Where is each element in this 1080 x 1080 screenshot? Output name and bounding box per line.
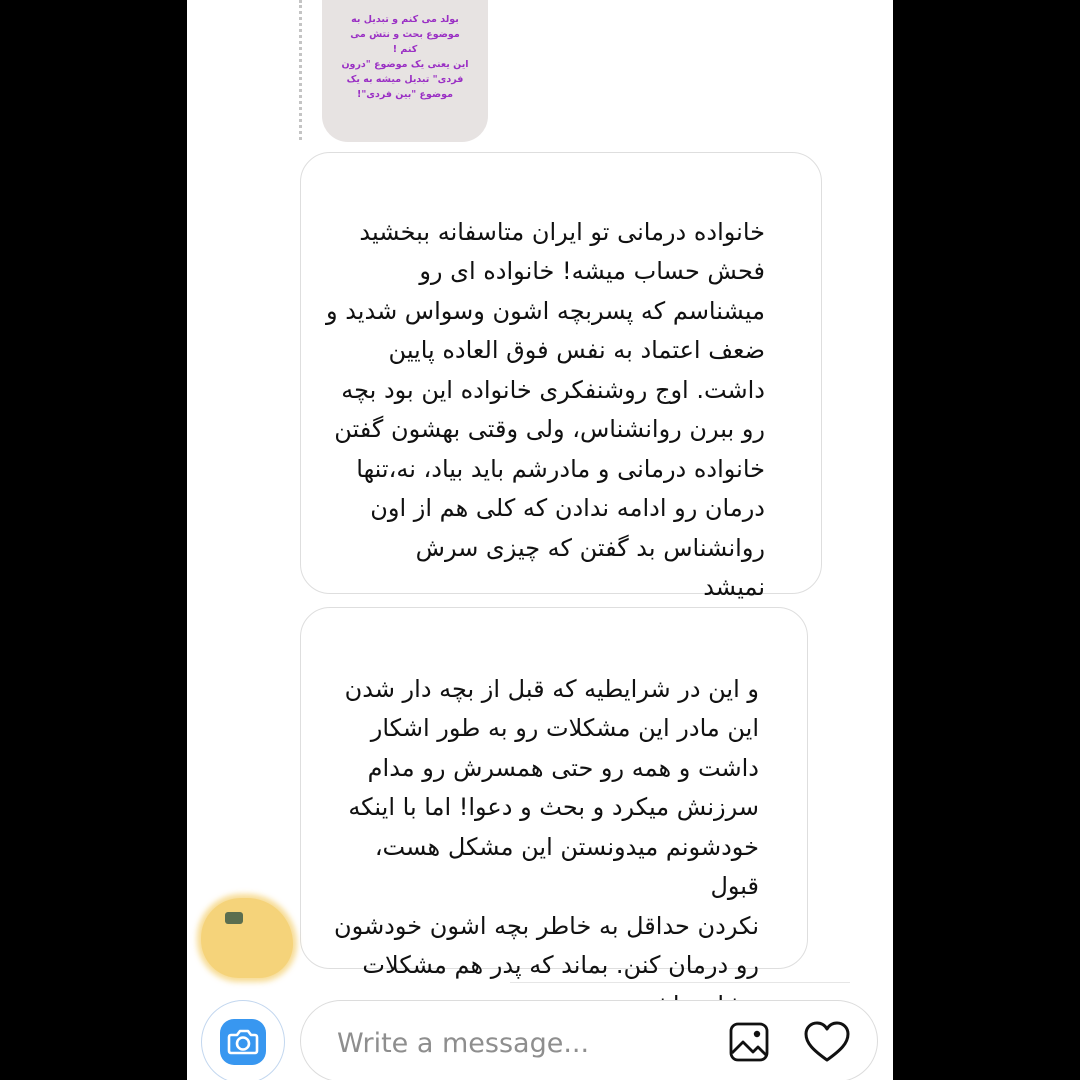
shared-story-thumbnail[interactable]: بولد می کنم و تبدیل به موضوع بحث و نتش م… — [322, 0, 488, 142]
heart-icon — [804, 1021, 850, 1062]
gallery-button[interactable] — [727, 1020, 771, 1064]
divider — [510, 982, 850, 983]
sender-avatar-detail — [225, 912, 243, 924]
camera-button-inner — [212, 1011, 274, 1073]
chat-screen: بولد می کنم و تبدیل به موضوع بحث و نتش م… — [187, 0, 893, 1080]
message-bubble[interactable]: و این در شرایطیه که قبل از بچه دار شدن ا… — [300, 607, 808, 1019]
message-text: خانواده درمانی تو ایران متاسفانه ببخشید … — [325, 217, 765, 602]
camera-icon — [220, 1019, 266, 1065]
camera-button[interactable] — [201, 1000, 285, 1080]
image-gallery-icon — [729, 1022, 769, 1062]
sender-avatar[interactable] — [201, 898, 293, 978]
shared-story-text: بولد می کنم و تبدیل به موضوع بحث و نتش م… — [341, 14, 469, 100]
message-text: و این در شرایطیه که قبل از بچه دار شدن ا… — [334, 674, 759, 1019]
message-input[interactable] — [337, 1025, 677, 1061]
message-composer — [300, 1000, 878, 1080]
like-button[interactable] — [803, 1020, 850, 1064]
thread-connector-line — [299, 0, 302, 140]
message-bubble[interactable]: خانواده درمانی تو ایران متاسفانه ببخشید … — [300, 152, 822, 681]
